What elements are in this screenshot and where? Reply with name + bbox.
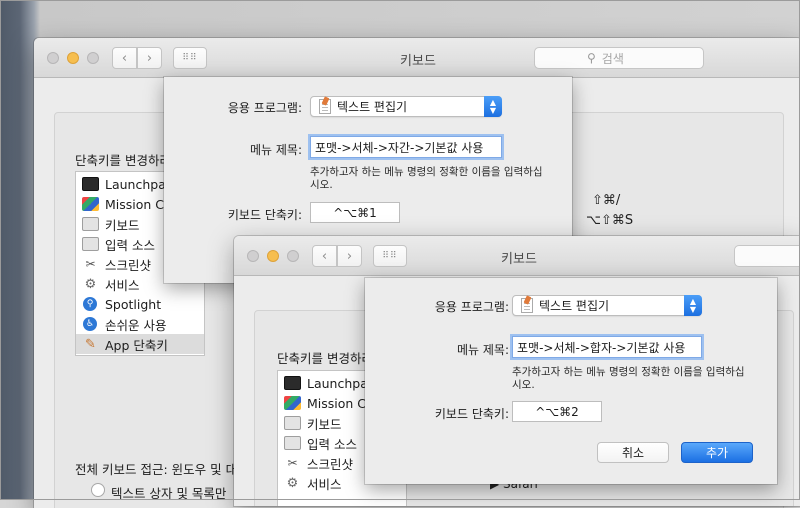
- full-keyboard-access-label: 전체 키보드 접근: 윈도우 및 대: [75, 462, 238, 477]
- search-placeholder: 검색: [601, 51, 624, 66]
- keyboard-shortcut-value: ^⌥⌘1: [333, 205, 377, 220]
- list-item-label: App 단축키: [105, 337, 168, 353]
- search-field[interactable]: ⚲ 검색: [534, 47, 704, 69]
- keyboard-shortcut-label: 키보드 단축키:: [227, 208, 302, 222]
- screenshot-icon: ✂: [85, 257, 96, 271]
- menu-title-label: 메뉴 제목:: [456, 343, 509, 357]
- menu-title-label: 메뉴 제목:: [249, 143, 302, 157]
- mission-control-icon: [284, 396, 301, 410]
- input-source-icon: [82, 237, 99, 251]
- search-icon: ⚲: [587, 51, 596, 65]
- chevron-up-down-icon: ▲ ▼: [484, 96, 502, 117]
- list-item-selected[interactable]: ✎ App 단축키: [76, 334, 204, 354]
- app-popup[interactable]: 텍스트 편집기 ▲ ▼: [310, 96, 502, 117]
- list-item-label: 스크린샷: [105, 257, 152, 273]
- add-button[interactable]: 추가: [681, 442, 753, 463]
- list-item-label: 키보드: [105, 217, 140, 233]
- list-item-label: 입력 소스: [307, 436, 357, 452]
- add-shortcut-sheet-2: 응용 프로그램: 텍스트 편집기 ▲ ▼ 메뉴 제목: 포맷->서체->합자->기…: [365, 278, 777, 484]
- app-shortcuts-icon: ✎: [85, 336, 96, 352]
- list-item-label: 스크린샷: [307, 456, 354, 472]
- list-item-label: Mission Co: [307, 395, 374, 411]
- menu-title-value: 포맷->서체->합자->기본값 사용: [517, 340, 686, 355]
- launchpad-icon: [284, 376, 301, 390]
- shortcut-value: ⇧⌘/: [592, 193, 621, 208]
- list-item-label: 서비스: [307, 476, 342, 492]
- spotlight-icon: ⚲: [83, 297, 97, 311]
- app-popup-value: 텍스트 편집기: [539, 299, 610, 313]
- textedit-icon: [319, 99, 331, 114]
- list-item-label: Spotlight: [105, 296, 162, 312]
- keyboard-icon: [284, 416, 301, 430]
- mission-control-icon: [82, 197, 99, 211]
- list-item[interactable]: ♿ 손쉬운 사용: [76, 314, 204, 334]
- input-source-icon: [284, 436, 301, 450]
- app-label: 응용 프로그램:: [227, 101, 302, 115]
- search-field[interactable]: [734, 245, 800, 267]
- accessibility-icon: ♿: [83, 317, 97, 331]
- list-item-label: 키보드: [307, 416, 342, 432]
- title-bar[interactable]: ‹ › ⠿⠿ 키보드 ⚲ 검색: [34, 38, 800, 78]
- list-item-label: 입력 소스: [105, 237, 155, 253]
- list-item-label: Launchpa: [307, 375, 368, 391]
- keyboard-icon: [82, 217, 99, 231]
- list-item[interactable]: ⚲ Spotlight: [76, 294, 204, 314]
- keyboard-shortcut-value: ^⌥⌘2: [535, 404, 579, 419]
- menu-title-input[interactable]: 포맷->서체->합자->기본값 사용: [512, 336, 702, 358]
- keyboard-shortcut-field[interactable]: ^⌥⌘2: [512, 401, 602, 422]
- chevron-up-down-icon: ▲ ▼: [684, 295, 702, 316]
- menu-title-value: 포맷->서체->자간->기본값 사용: [315, 140, 484, 155]
- gear-icon: ⚙: [84, 276, 97, 292]
- list-item-label: Mission Co: [105, 196, 172, 212]
- app-popup-value: 텍스트 편집기: [337, 100, 408, 114]
- hint-line: 시오.: [310, 179, 333, 191]
- shortcuts-instruction: 단축키를 변경하려: [277, 351, 373, 366]
- text-boxes-radio[interactable]: [91, 483, 105, 497]
- list-item-label: Launchpa: [105, 176, 166, 192]
- hint-line: 추가하고자 하는 메뉴 명령의 정확한 이름을 입력하십: [512, 366, 745, 378]
- cancel-button[interactable]: 취소: [597, 442, 669, 463]
- menu-title-hint: 추가하고자 하는 메뉴 명령의 정확한 이름을 입력하십 시오.: [512, 366, 767, 392]
- gear-icon: ⚙: [286, 475, 299, 491]
- shortcut-value: ⌥⇧⌘S: [586, 213, 634, 228]
- hint-line: 추가하고자 하는 메뉴 명령의 정확한 이름을 입력하십: [310, 166, 543, 178]
- menu-title-input[interactable]: 포맷->서체->자간->기본값 사용: [310, 136, 502, 158]
- list-item-label: 손쉬운 사용: [105, 317, 167, 333]
- keyboard-shortcut-label: 키보드 단축키:: [434, 407, 509, 421]
- app-label: 응용 프로그램:: [434, 300, 509, 314]
- window-title: 키보드: [501, 252, 537, 267]
- keyboard-shortcut-field[interactable]: ^⌥⌘1: [310, 202, 400, 223]
- screenshot-icon: ✂: [287, 456, 298, 470]
- hint-line: 시오.: [512, 379, 535, 391]
- textedit-icon: [521, 298, 533, 313]
- shortcuts-instruction: 단축키를 변경하려: [75, 153, 171, 168]
- list-item-label: 서비스: [105, 277, 140, 293]
- radio-label: 텍스트 상자 및 목록만: [111, 486, 227, 501]
- app-popup[interactable]: 텍스트 편집기 ▲ ▼: [512, 295, 702, 316]
- title-bar[interactable]: ‹ › ⠿⠿ 키보드: [234, 236, 800, 276]
- launchpad-icon: [82, 177, 99, 191]
- menu-title-hint: 추가하고자 하는 메뉴 명령의 정확한 이름을 입력하십 시오.: [310, 166, 560, 192]
